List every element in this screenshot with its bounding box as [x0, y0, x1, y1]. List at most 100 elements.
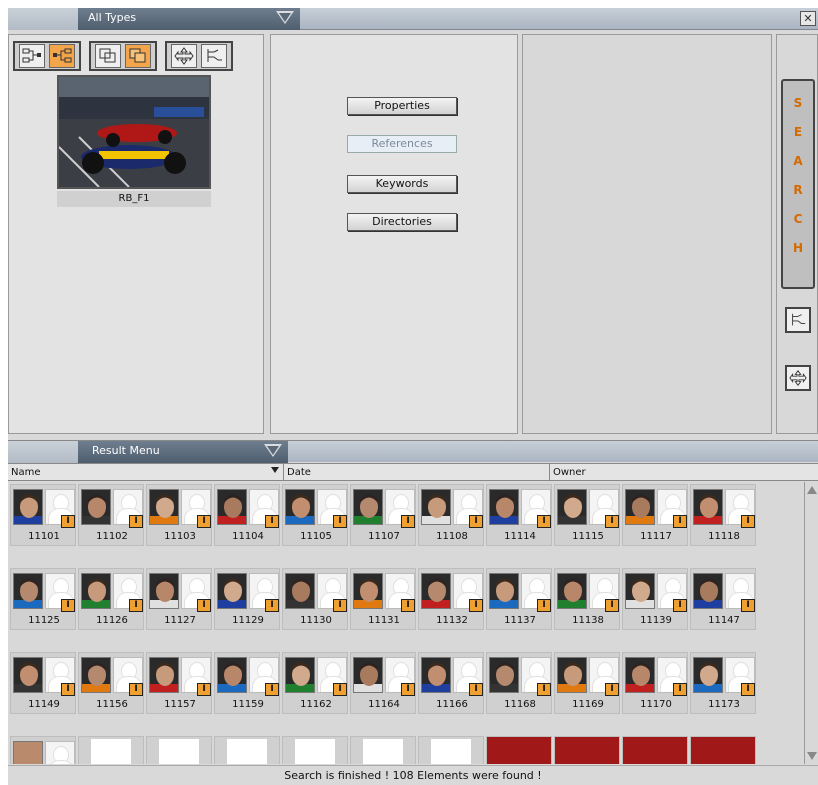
directories-button[interactable]: Directories [347, 213, 457, 231]
info-badge-icon[interactable]: I [61, 515, 75, 528]
expand-button[interactable] [171, 44, 197, 68]
blank-thumbnail[interactable] [146, 736, 212, 764]
result-item[interactable]: I 11131 [350, 568, 416, 630]
result-item[interactable]: I 11162 [282, 652, 348, 714]
info-badge-icon[interactable]: I [197, 599, 211, 612]
info-badge-icon[interactable]: I [129, 683, 143, 696]
layer-front-button[interactable] [95, 44, 121, 68]
result-item[interactable]: I 11126 [78, 568, 144, 630]
info-badge-icon[interactable]: I [197, 683, 211, 696]
info-badge-icon[interactable]: I [401, 515, 415, 528]
info-badge-icon[interactable]: I [741, 515, 755, 528]
info-badge-icon[interactable]: I [537, 683, 551, 696]
type-filter-dropdown[interactable]: All Types [78, 8, 300, 30]
result-item[interactable]: I 11149 [10, 652, 76, 714]
result-item[interactable]: I 11118 [690, 484, 756, 546]
hierarchy-side-button[interactable] [785, 307, 811, 333]
info-badge-icon[interactable]: I [673, 599, 687, 612]
info-badge-icon[interactable]: I [537, 599, 551, 612]
result-item[interactable]: I 11173 [690, 652, 756, 714]
info-badge-icon[interactable]: I [265, 515, 279, 528]
tree-left-button[interactable] [49, 44, 75, 68]
result-item[interactable]: I 11169 [554, 652, 620, 714]
result-item[interactable]: I 11137 [486, 568, 552, 630]
result-item[interactable]: I 11168 [486, 652, 552, 714]
close-button[interactable]: ✕ [800, 11, 816, 26]
result-item[interactable]: I 11108 [418, 484, 484, 546]
blank-thumbnail[interactable] [214, 736, 280, 764]
column-header-date[interactable]: Date [284, 464, 550, 481]
result-item[interactable]: I 11166 [418, 652, 484, 714]
info-badge-icon[interactable]: I [741, 599, 755, 612]
layer-back-button[interactable] [125, 44, 151, 68]
scroll-down-icon[interactable] [807, 752, 817, 760]
result-item[interactable] [10, 736, 76, 764]
result-menu-dropdown[interactable]: Result Menu [78, 441, 288, 463]
info-badge-icon[interactable]: I [469, 515, 483, 528]
result-item[interactable]: I 11127 [146, 568, 212, 630]
blank-thumbnail[interactable] [282, 736, 348, 764]
result-item[interactable]: I 11138 [554, 568, 620, 630]
result-item[interactable]: I 11125 [10, 568, 76, 630]
result-item[interactable]: I 11139 [622, 568, 688, 630]
info-badge-icon[interactable]: I [469, 683, 483, 696]
info-badge-icon[interactable]: I [333, 599, 347, 612]
blank-thumbnail[interactable] [78, 736, 144, 764]
info-badge-icon[interactable]: I [401, 683, 415, 696]
info-badge-icon[interactable]: I [265, 683, 279, 696]
result-item[interactable]: I 11104 [214, 484, 280, 546]
expand-side-button[interactable] [785, 365, 811, 391]
hierarchy-button[interactable] [201, 44, 227, 68]
preview-thumbnail[interactable] [57, 75, 211, 189]
info-badge-icon[interactable]: I [537, 515, 551, 528]
result-item[interactable]: I 11114 [486, 484, 552, 546]
info-badge-icon[interactable]: I [401, 599, 415, 612]
info-badge-icon[interactable]: I [61, 683, 75, 696]
result-item[interactable]: I 11157 [146, 652, 212, 714]
result-item[interactable]: I 11156 [78, 652, 144, 714]
info-badge-icon[interactable]: I [673, 683, 687, 696]
properties-button[interactable]: Properties [347, 97, 457, 115]
result-item[interactable]: I 11115 [554, 484, 620, 546]
keywords-button[interactable]: Keywords [347, 175, 457, 193]
info-badge-icon[interactable]: I [469, 599, 483, 612]
result-item[interactable]: I 11105 [282, 484, 348, 546]
info-badge-icon[interactable]: I [265, 599, 279, 612]
info-badge-icon[interactable]: I [197, 515, 211, 528]
info-badge-icon[interactable]: I [741, 683, 755, 696]
info-badge-icon[interactable]: I [605, 599, 619, 612]
result-item[interactable]: I 11129 [214, 568, 280, 630]
column-header-owner[interactable]: Owner [550, 464, 818, 481]
result-item[interactable]: I 11164 [350, 652, 416, 714]
blank-thumbnail[interactable] [418, 736, 484, 764]
info-badge-icon[interactable]: I [605, 683, 619, 696]
car-thumbnail[interactable] [554, 736, 620, 764]
blank-thumbnail[interactable] [350, 736, 416, 764]
column-header-name[interactable]: Name [8, 464, 284, 481]
info-badge-icon[interactable]: I [129, 599, 143, 612]
scroll-up-icon[interactable] [807, 486, 817, 494]
result-item[interactable]: I 11101 [10, 484, 76, 546]
car-thumbnail[interactable] [690, 736, 756, 764]
search-button[interactable]: S E A R C H [781, 79, 815, 289]
info-badge-icon[interactable]: I [333, 515, 347, 528]
car-thumbnail[interactable] [486, 736, 552, 764]
car-thumbnail[interactable] [622, 736, 688, 764]
info-badge-icon[interactable]: I [673, 515, 687, 528]
result-item[interactable]: I 11170 [622, 652, 688, 714]
info-badge-icon[interactable]: I [605, 515, 619, 528]
info-badge-icon[interactable]: I [129, 515, 143, 528]
tree-right-button[interactable] [19, 44, 45, 68]
info-badge-icon[interactable]: I [333, 683, 347, 696]
info-badge-icon[interactable]: I [61, 599, 75, 612]
result-item[interactable]: I 11102 [78, 484, 144, 546]
result-item[interactable]: I 11103 [146, 484, 212, 546]
result-item[interactable]: I 11132 [418, 568, 484, 630]
result-item[interactable]: I 11130 [282, 568, 348, 630]
result-item[interactable]: I 11159 [214, 652, 280, 714]
references-button[interactable]: References [347, 135, 457, 153]
result-item[interactable]: I 11147 [690, 568, 756, 630]
result-item[interactable]: I 11117 [622, 484, 688, 546]
results-scrollbar[interactable] [804, 482, 818, 764]
result-item[interactable]: I 11107 [350, 484, 416, 546]
